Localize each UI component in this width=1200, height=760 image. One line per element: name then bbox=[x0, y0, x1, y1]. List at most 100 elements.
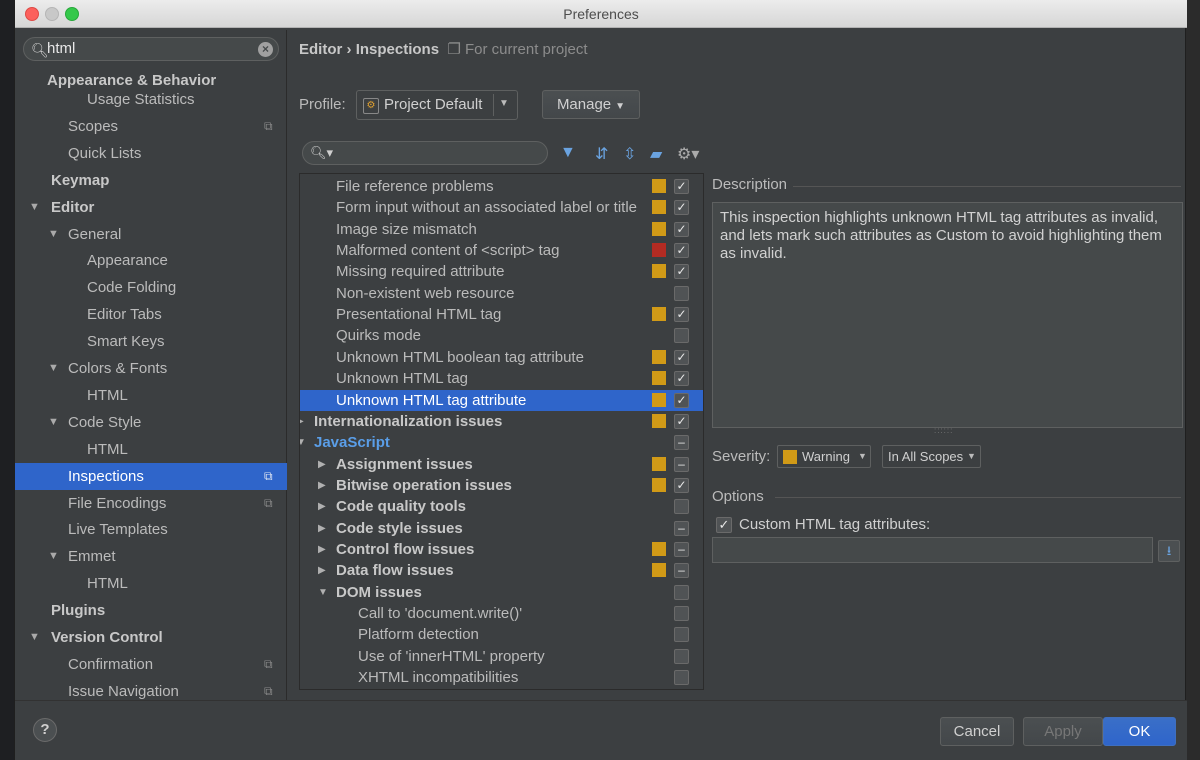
help-button[interactable]: ? bbox=[33, 718, 57, 742]
chevron-down-icon[interactable]: ▼ bbox=[48, 221, 59, 248]
inspection-checkbox[interactable]: ✓ bbox=[674, 264, 689, 280]
chevron-down-icon[interactable]: ▼ bbox=[29, 624, 40, 651]
inspection-checkbox[interactable]: ✓ bbox=[674, 477, 689, 493]
inspection-checkbox[interactable]: – bbox=[674, 456, 689, 472]
inspection-checkbox[interactable]: – bbox=[674, 563, 689, 579]
inspection-checkbox[interactable]: ✓ bbox=[674, 392, 689, 408]
inspection-group[interactable]: ▶ Control flow issues – bbox=[300, 539, 703, 560]
inspection-checkbox[interactable]: – bbox=[674, 435, 689, 451]
inspection-checkbox[interactable] bbox=[674, 285, 689, 301]
close-window-button[interactable] bbox=[25, 7, 39, 21]
inspection-row[interactable]: File reference problems ✓ bbox=[300, 176, 703, 197]
sidebar-item[interactable]: HTML bbox=[15, 382, 287, 409]
settings-search-value[interactable]: html bbox=[47, 40, 75, 57]
inspection-checkbox[interactable] bbox=[674, 499, 689, 515]
scope-combo[interactable]: In All Scopes ▼ bbox=[882, 445, 981, 468]
severity-combo[interactable]: Warning ▼ bbox=[777, 445, 871, 468]
profile-combo[interactable]: ⚙ Project Default ▼ bbox=[356, 90, 518, 120]
chevron-down-icon[interactable]: ▼ bbox=[318, 582, 328, 603]
sidebar-item[interactable]: HTML bbox=[15, 570, 287, 597]
chevron-down-icon[interactable]: ▼ bbox=[29, 194, 40, 221]
chevron-right-icon[interactable]: ▶ bbox=[318, 539, 326, 560]
cancel-button[interactable]: Cancel bbox=[940, 717, 1014, 746]
sidebar-item[interactable]: Scopes ⧉ bbox=[15, 113, 287, 140]
sidebar-item[interactable]: Editor Tabs bbox=[15, 301, 287, 328]
sidebar-item[interactable]: Keymap bbox=[15, 167, 287, 194]
sidebar-item[interactable]: Quick Lists bbox=[15, 140, 287, 167]
inspection-group[interactable]: ▶ Code quality tools bbox=[300, 496, 703, 517]
inspection-checkbox[interactable]: – bbox=[674, 541, 689, 557]
inspection-checkbox[interactable] bbox=[674, 627, 689, 643]
browse-attributes-icon[interactable]: ⭳ bbox=[1158, 540, 1180, 562]
inspection-group[interactable]: ▶ Data flow issues – bbox=[300, 560, 703, 581]
chevron-right-icon[interactable]: ▶ bbox=[318, 496, 326, 517]
chevron-right-icon[interactable]: ▶ bbox=[318, 560, 326, 581]
sidebar-item[interactable]: ▼ General bbox=[15, 221, 287, 248]
chevron-down-icon[interactable]: ▼ bbox=[499, 98, 509, 109]
sidebar-item[interactable]: Confirmation ⧉ bbox=[15, 651, 287, 678]
inspection-row[interactable]: Use of 'innerHTML' property bbox=[300, 646, 703, 667]
custom-attributes-field[interactable] bbox=[712, 537, 1153, 563]
chevron-down-icon[interactable]: ▼ bbox=[48, 409, 59, 436]
sidebar-item[interactable]: Inspections ⧉ bbox=[15, 462, 287, 490]
inspection-group[interactable]: ▶ Internationalization issues ✓ bbox=[300, 411, 703, 432]
inspection-checkbox[interactable] bbox=[674, 328, 689, 344]
inspection-group[interactable]: ▶ Bitwise operation issues ✓ bbox=[300, 475, 703, 496]
sidebar-item[interactable]: Appearance bbox=[15, 247, 287, 274]
collapse-all-icon[interactable]: ⇳ bbox=[623, 144, 636, 164]
maximize-window-button[interactable] bbox=[65, 7, 79, 21]
sidebar-item[interactable]: Live Templates bbox=[15, 516, 287, 543]
inspection-row[interactable]: XHTML incompatibilities bbox=[300, 667, 703, 688]
inspection-filter-input[interactable]: 🔍︎▾ bbox=[302, 141, 548, 165]
inspection-checkbox[interactable] bbox=[674, 648, 689, 664]
inspection-checkbox[interactable]: – bbox=[674, 520, 689, 536]
clear-search-icon[interactable]: × bbox=[258, 42, 273, 57]
inspection-checkbox[interactable]: ✓ bbox=[674, 371, 689, 387]
sidebar-item[interactable]: File Encodings ⧉ bbox=[15, 490, 287, 517]
inspection-group[interactable]: ▼ DOM issues bbox=[300, 582, 703, 603]
inspection-row[interactable]: Quirks mode bbox=[300, 325, 703, 346]
inspection-row[interactable]: Image size mismatch ✓ bbox=[300, 219, 703, 240]
inspection-row[interactable]: Unknown HTML tag attribute ✓ bbox=[300, 389, 703, 411]
inspection-row[interactable]: Non-existent web resource bbox=[300, 283, 703, 304]
sidebar-item[interactable]: ▼ Code Style bbox=[15, 409, 287, 436]
inspection-checkbox[interactable]: ✓ bbox=[674, 200, 689, 216]
expand-all-icon[interactable]: ⇵ bbox=[595, 144, 608, 164]
inspection-checkbox[interactable] bbox=[674, 584, 689, 600]
inspection-row[interactable]: Unknown HTML boolean tag attribute ✓ bbox=[300, 347, 703, 368]
gear-icon[interactable]: ⚙▾ bbox=[677, 144, 699, 164]
sidebar-item[interactable]: HTML bbox=[15, 436, 287, 463]
chevron-right-icon[interactable]: ▶ bbox=[318, 518, 326, 539]
inspection-checkbox[interactable]: ✓ bbox=[674, 179, 689, 194]
manage-button[interactable]: Manage ▼ bbox=[542, 90, 640, 119]
inspection-row[interactable]: Form input without an associated label o… bbox=[300, 197, 703, 218]
custom-attributes-label[interactable]: Custom HTML tag attributes: bbox=[739, 516, 930, 533]
sidebar-item[interactable]: Smart Keys bbox=[15, 328, 287, 355]
inspection-group[interactable]: ▶ Assignment issues – bbox=[300, 454, 703, 475]
inspection-checkbox[interactable]: ✓ bbox=[674, 349, 689, 365]
inspection-group[interactable]: ▼ JavaScript – bbox=[300, 432, 703, 453]
inspection-checkbox[interactable]: ✓ bbox=[674, 221, 689, 237]
inspection-checkbox[interactable] bbox=[674, 670, 689, 686]
inspection-checkbox[interactable]: ✓ bbox=[674, 243, 689, 259]
minimize-window-button[interactable] bbox=[45, 7, 59, 21]
inspection-checkbox[interactable] bbox=[674, 606, 689, 621]
splitter-grip[interactable]: :::::: bbox=[934, 426, 953, 435]
inspection-row[interactable]: Missing required attribute ✓ bbox=[300, 261, 703, 282]
inspection-checkbox[interactable]: ✓ bbox=[674, 413, 689, 429]
chevron-right-icon[interactable]: ▶ bbox=[318, 454, 326, 475]
sidebar-item[interactable]: ▼ Colors & Fonts bbox=[15, 355, 287, 382]
breadcrumb-section[interactable]: Editor bbox=[299, 41, 342, 58]
sidebar-item[interactable]: ▼ Editor bbox=[15, 194, 287, 221]
inspection-row[interactable]: Malformed content of <script> tag ✓ bbox=[300, 240, 703, 261]
sidebar-item[interactable]: Plugins bbox=[15, 597, 287, 624]
chevron-down-icon[interactable]: ▼ bbox=[48, 355, 59, 382]
sidebar-item[interactable]: Code Folding bbox=[15, 274, 287, 301]
custom-attributes-checkbox[interactable]: ✓ bbox=[716, 517, 732, 533]
apply-button[interactable]: Apply bbox=[1023, 717, 1103, 746]
inspection-row[interactable]: Presentational HTML tag ✓ bbox=[300, 304, 703, 325]
chevron-down-icon[interactable]: ▼ bbox=[48, 543, 59, 570]
inspection-row[interactable]: Unknown HTML tag ✓ bbox=[300, 368, 703, 389]
settings-search-input[interactable]: 🔍︎ html × bbox=[23, 37, 279, 61]
inspection-row[interactable]: Platform detection bbox=[300, 624, 703, 645]
